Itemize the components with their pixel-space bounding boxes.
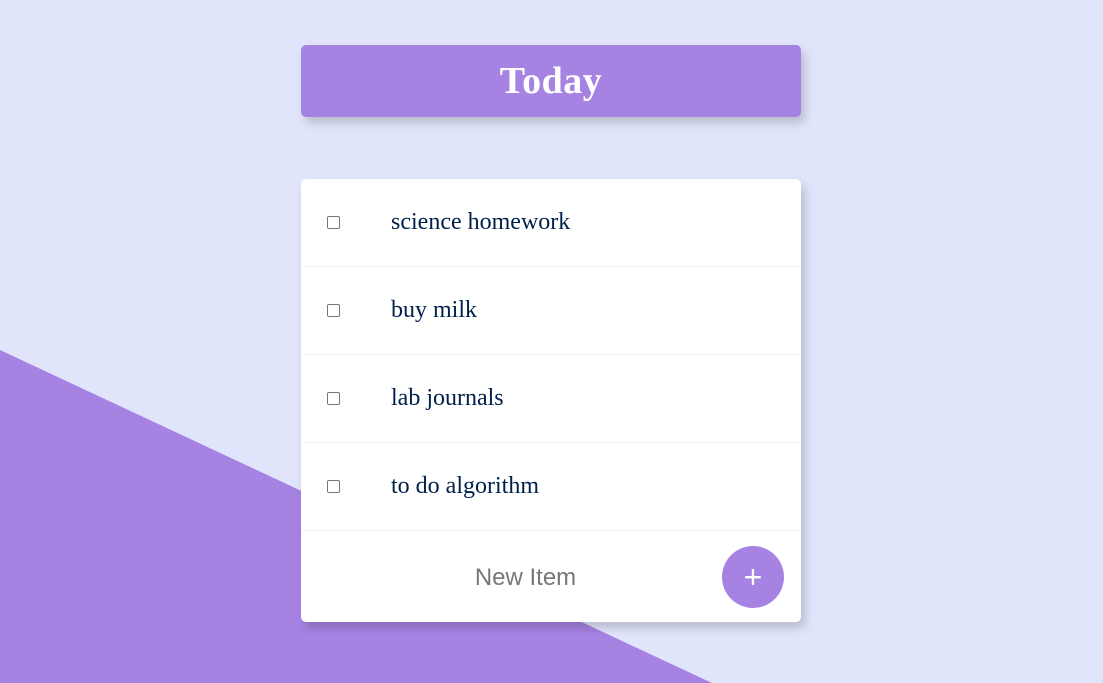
todo-list: science homework buy milk lab journals t…	[301, 179, 801, 622]
page-title: Today	[499, 60, 603, 102]
item-label: science homework	[391, 209, 571, 235]
list-item: science homework	[301, 179, 801, 267]
item-label: lab journals	[391, 385, 504, 411]
item-label: buy milk	[391, 297, 478, 323]
item-checkbox[interactable]	[327, 216, 340, 229]
list-item: buy milk	[301, 267, 801, 355]
list-item: lab journals	[301, 355, 801, 443]
list-item: to do algorithm	[301, 443, 801, 531]
heading-box: Today	[301, 45, 801, 117]
new-item-input[interactable]	[421, 555, 630, 601]
item-checkbox[interactable]	[327, 304, 340, 317]
item-label: to do algorithm	[391, 473, 539, 499]
new-item-form: +	[301, 533, 801, 622]
item-checkbox[interactable]	[327, 480, 340, 493]
item-checkbox[interactable]	[327, 392, 340, 405]
add-item-button[interactable]: +	[722, 546, 784, 608]
